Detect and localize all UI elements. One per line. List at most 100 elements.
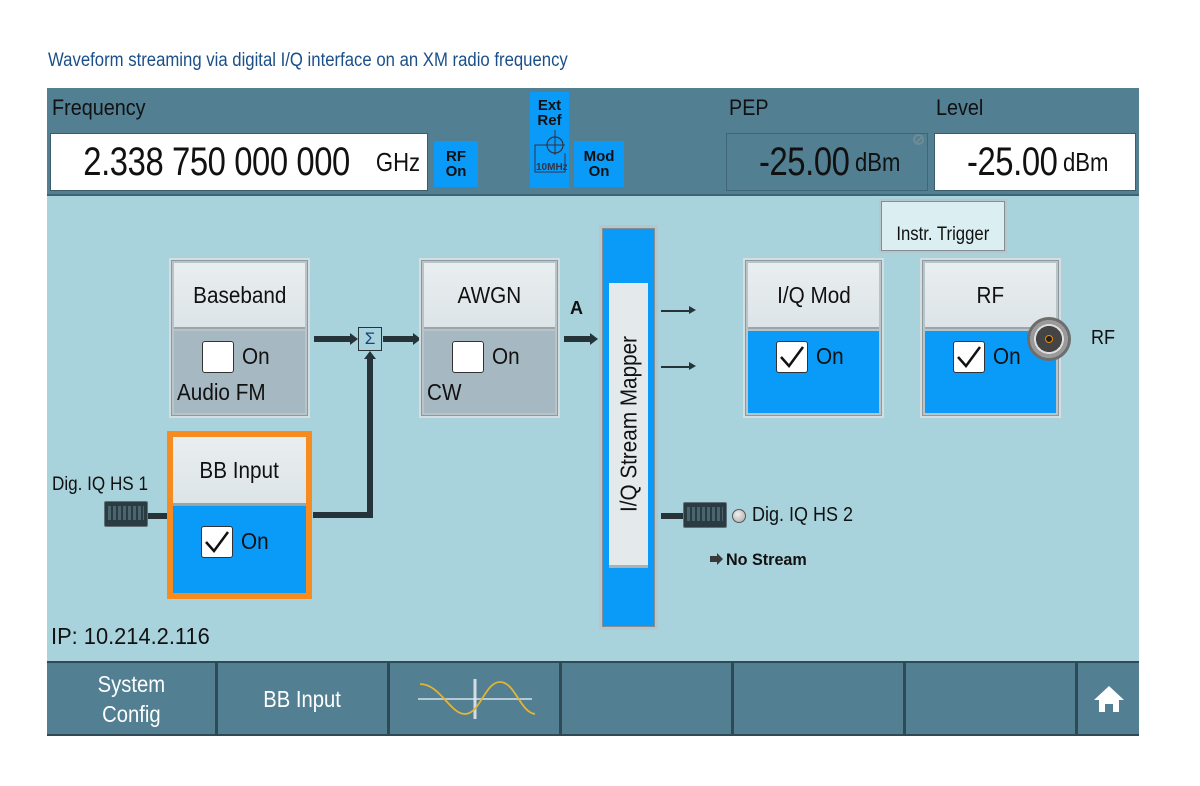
rf-on-indicator[interactable]: RF On [434, 141, 478, 187]
mapper-to-iqmod-line-2 [661, 366, 691, 368]
baseband-on-checkbox[interactable] [202, 341, 234, 373]
pep-unit: dBm [855, 146, 901, 177]
arrow-icon [689, 306, 696, 314]
dig-iq-hs2-connector-icon[interactable] [683, 502, 727, 528]
iq-mod-state-area[interactable]: On [748, 331, 879, 413]
softkey-4[interactable] [562, 663, 734, 734]
baseband-state-area[interactable]: On Audio FM [174, 331, 305, 413]
dig-iq-hs1-connector-icon[interactable] [104, 501, 148, 527]
level-field[interactable]: -25.00 dBm [934, 133, 1136, 191]
waveform-softkey[interactable] [390, 663, 562, 734]
bb-input-state-area[interactable]: On [173, 506, 306, 593]
iq-mod-on-label: On [816, 343, 844, 369]
signal-generator-screen: Frequency 2.338 750 000 000 GHz RF On Ex… [47, 88, 1139, 736]
ip-address: IP: 10.214.2.116 [51, 623, 210, 649]
pep-value: -25.00 [758, 139, 850, 184]
pep-field: -25.00 dBm [726, 133, 928, 191]
sum-to-awgn-line [383, 336, 413, 342]
iq-stream-mapper-block[interactable]: I/Q Stream Mapper [599, 225, 658, 630]
arrow-icon [590, 333, 598, 345]
mod-indicator-line2: On [588, 163, 610, 180]
baseband-on-label: On [242, 343, 270, 369]
rf-on-label: On [993, 343, 1021, 369]
instr-trigger-label: Instr. Trigger [896, 224, 990, 245]
baseband-block[interactable]: Baseband On Audio FM [169, 258, 310, 418]
bb-input-title: BB Input [199, 456, 280, 483]
bb-input-block[interactable]: BB Input On [167, 431, 312, 599]
rf-output-connector-icon[interactable] [1027, 317, 1071, 361]
iq-mod-title-button[interactable]: I/Q Mod [748, 263, 879, 329]
iq-mod-on-checkbox[interactable] [776, 341, 808, 373]
ref-freq-text: 10MHz [536, 162, 567, 173]
arrow-icon [689, 362, 696, 370]
iq-stream-mapper-label: I/Q Stream Mapper [615, 335, 641, 513]
stream-a-label: A [570, 298, 583, 318]
home-icon [1093, 685, 1124, 712]
arrow-icon [350, 333, 358, 345]
rf-on-checkbox[interactable] [953, 341, 985, 373]
awgn-state-area[interactable]: On CW [424, 331, 555, 413]
checkmark-icon [205, 531, 230, 553]
bbinput-horizontal-line [313, 512, 373, 518]
awgn-on-checkbox[interactable] [452, 341, 484, 373]
baseband-title: Baseband [192, 281, 287, 308]
awgn-title: AWGN [457, 281, 522, 308]
pep-label: PEP [729, 95, 769, 120]
iq-mod-title: I/Q Mod [776, 281, 851, 308]
rf-title: RF [976, 281, 1005, 308]
awgn-title-button[interactable]: AWGN [424, 263, 555, 329]
level-value: -25.00 [966, 139, 1058, 184]
frequency-value: 2.338 750 000 000 [83, 139, 351, 184]
arrow-right-icon [710, 553, 723, 565]
system-config-label: System Config [97, 670, 165, 727]
arrow-up-icon [364, 351, 376, 359]
waveform-icon [417, 678, 535, 719]
awgn-on-label: On [492, 343, 520, 369]
baseband-title-button[interactable]: Baseband [174, 263, 305, 329]
bb-input-on-checkbox[interactable] [201, 526, 233, 558]
ext-ref-indicator[interactable]: Ext Ref 10MHz [530, 92, 569, 188]
ext-ref-line2: Ref [537, 112, 562, 129]
sum-node: Σ [358, 327, 382, 351]
frequency-label: Frequency [52, 95, 146, 120]
status-header: Frequency 2.338 750 000 000 GHz RF On Ex… [47, 88, 1139, 196]
checkmark-icon [957, 346, 982, 368]
bb-input-softkey-label: BB Input [263, 685, 342, 712]
level-unit: dBm [1063, 146, 1109, 177]
bb-input-title-button[interactable]: BB Input [173, 437, 306, 505]
rf-indicator-line1: RF [446, 148, 466, 165]
softkey-toolbar: System Config BB Input [47, 661, 1139, 736]
frequency-field[interactable]: 2.338 750 000 000 GHz [50, 133, 428, 191]
iq-mod-block[interactable]: I/Q Mod On [743, 258, 884, 418]
baseband-mode-label: Audio FM [177, 379, 266, 405]
instr-trigger-button[interactable]: Instr. Trigger [879, 199, 1007, 253]
home-button[interactable] [1078, 663, 1139, 734]
rf-indicator-line2: On [445, 163, 467, 180]
softkey-5[interactable] [734, 663, 906, 734]
no-stream-status: No Stream [726, 550, 807, 569]
rf-port-label: RF [1091, 327, 1116, 349]
awgn-mode-label: CW [427, 379, 462, 405]
frequency-unit: GHz [375, 146, 420, 177]
iq-stream-mapper-button[interactable]: I/Q Stream Mapper [609, 283, 648, 568]
bb-input-softkey[interactable]: BB Input [218, 663, 390, 734]
awgn-block[interactable]: AWGN On CW [419, 258, 560, 418]
readonly-icon [913, 134, 924, 145]
mod-on-indicator[interactable]: Mod On [574, 141, 624, 187]
dig-iq-hs2-label: Dig. IQ HS 2 [752, 504, 854, 526]
mod-indicator-line1: Mod [583, 148, 615, 165]
awgn-to-mapper-line [564, 336, 592, 342]
mapper-to-hs2-line [661, 513, 685, 519]
level-label: Level [936, 95, 984, 120]
checkmark-icon [780, 346, 805, 368]
softkey-6[interactable] [906, 663, 1078, 734]
bbinput-vertical-line [367, 358, 373, 518]
figure-caption: Waveform streaming via digital I/Q inter… [48, 50, 568, 71]
hs2-status-led-icon [732, 509, 746, 523]
reference-clock-icon: 10MHz [534, 130, 567, 173]
system-config-button[interactable]: System Config [47, 663, 218, 734]
rf-title-button[interactable]: RF [925, 263, 1056, 329]
bb-input-on-label: On [241, 528, 269, 554]
mapper-to-iqmod-line-1 [661, 310, 691, 312]
baseband-to-sum-line [314, 336, 354, 342]
